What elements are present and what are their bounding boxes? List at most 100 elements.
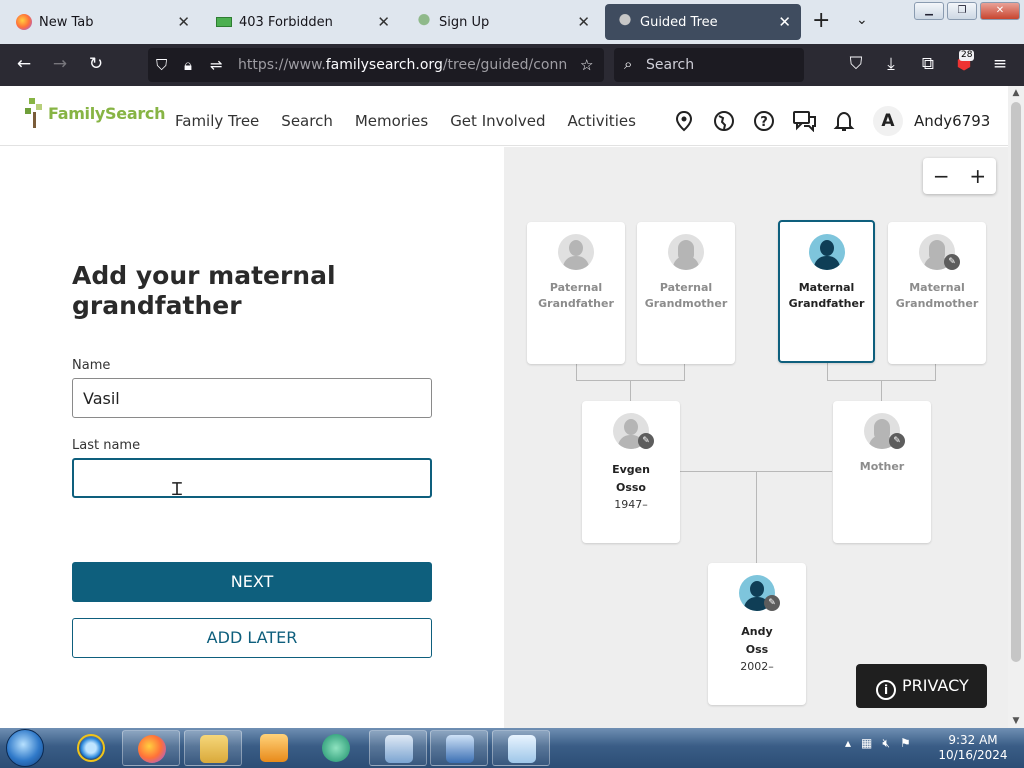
show-hidden-icons-icon[interactable]: ▴ — [845, 736, 851, 751]
text-cursor-icon: Ɪ — [172, 479, 183, 500]
hamburger-menu-icon[interactable]: ≡ — [989, 54, 1011, 74]
notification-bell-icon[interactable] — [833, 110, 855, 132]
taskbar-internet-explorer[interactable] — [62, 730, 120, 766]
username[interactable]: Andy6793 — [914, 112, 990, 130]
notepad-icon — [508, 735, 536, 763]
action-center-flag-icon[interactable]: ⚑ — [900, 736, 911, 751]
last-name-field[interactable] — [72, 458, 432, 498]
add-later-button[interactable]: ADD LATER — [72, 618, 432, 658]
tab-label: Guided Tree — [640, 14, 718, 30]
taskbar-firefox[interactable] — [122, 730, 180, 766]
volume-muted-icon[interactable]: 🔇︎ — [882, 736, 890, 751]
window-controls: ▁ ❐ ✕ — [914, 2, 1020, 20]
person-dates: 1947– — [614, 498, 648, 511]
permissions-icon[interactable]: ⇌ — [210, 56, 223, 74]
url-bar[interactable]: ⛉ 🔒︎ ⇌ https://www.familysearch.org/tree… — [148, 48, 604, 82]
network-tray-icon[interactable]: ▦ — [861, 736, 872, 751]
tab-new-tab[interactable]: New Tab ✕ — [4, 4, 200, 40]
name-field[interactable]: Vasil — [72, 378, 432, 418]
person-card-father[interactable]: ✎ Evgen Osso 1947– — [582, 401, 680, 543]
taskbar-notepad[interactable] — [492, 730, 550, 766]
url-host: familysearch.org — [325, 57, 443, 73]
page-scrollbar[interactable]: ▲ ▼ — [1008, 86, 1024, 728]
chat-bubble-icon — [322, 734, 350, 762]
familysearch-logo[interactable]: FamilySearch — [24, 96, 166, 130]
next-button[interactable]: NEXT — [72, 562, 432, 602]
person-surname: Oss — [745, 643, 769, 656]
taskbar-control-panel[interactable] — [369, 730, 427, 766]
extension-count-badge: 28 — [959, 50, 975, 61]
zoom-out-button[interactable]: − — [923, 158, 960, 194]
menu-memories[interactable]: Memories — [355, 112, 428, 130]
person-card-maternal-grandfather[interactable]: Maternal Grandfather — [778, 220, 875, 363]
taskbar-app[interactable] — [307, 730, 365, 766]
pocket-icon[interactable]: ⛉ — [845, 54, 867, 74]
lock-icon[interactable]: 🔒︎ — [184, 56, 192, 74]
messages-icon[interactable] — [793, 110, 816, 133]
new-tab-button[interactable]: + — [812, 10, 830, 32]
forward-arrow-icon[interactable]: → — [49, 54, 71, 74]
media-player-icon — [260, 734, 288, 762]
edit-pencil-icon[interactable]: ✎ — [944, 254, 960, 270]
menu-activities[interactable]: Activities — [567, 112, 635, 130]
minimize-button[interactable]: ▁ — [914, 2, 944, 20]
person-given-name: Evgen — [612, 463, 650, 476]
connector-line — [881, 380, 882, 401]
shield-icon[interactable]: ⛉ — [156, 56, 167, 74]
site-header: FamilySearch Family Tree Search Memories… — [0, 86, 1008, 146]
zoom-in-button[interactable]: + — [960, 158, 997, 194]
globe-icon[interactable] — [713, 110, 735, 132]
scrollbar-thumb[interactable] — [1011, 102, 1021, 662]
list-all-tabs-chevron-icon[interactable]: ⌄ — [856, 12, 868, 28]
edit-pencil-icon[interactable]: ✎ — [638, 433, 654, 449]
menu-search[interactable]: Search — [281, 112, 333, 130]
person-surname: Osso — [615, 481, 646, 494]
taskbar-media-player[interactable] — [245, 730, 303, 766]
extensions-icon[interactable]: ⧉ — [917, 54, 939, 74]
add-person-form: Add your maternal grandfather Name Vasil… — [0, 147, 504, 728]
scroll-down-arrow-icon[interactable]: ▼ — [1008, 716, 1024, 726]
tab-guided-tree[interactable]: Guided Tree ✕ — [605, 4, 801, 40]
firefox-icon — [16, 14, 32, 30]
location-pin-icon[interactable] — [673, 110, 695, 132]
close-window-button[interactable]: ✕ — [980, 2, 1020, 20]
taskbar-file-explorer[interactable] — [184, 730, 242, 766]
help-question-icon[interactable]: ? — [753, 110, 775, 132]
clock-time: 9:32 AM — [948, 733, 998, 747]
scroll-up-arrow-icon[interactable]: ▲ — [1008, 88, 1024, 98]
privacy-button[interactable]: i PRIVACY — [856, 664, 987, 708]
close-tab-icon[interactable]: ✕ — [778, 13, 791, 31]
system-clock[interactable]: 9:32 AM 10/16/2024 — [935, 733, 1011, 763]
person-name: Maternal Grandmother — [895, 281, 979, 310]
close-tab-icon[interactable]: ✕ — [577, 13, 590, 31]
search-bar[interactable]: ⌕ Search — [614, 48, 804, 82]
user-avatar[interactable]: A — [873, 106, 903, 136]
person-card-paternal-grandfather[interactable]: Paternal Grandfather — [527, 222, 625, 364]
person-card-paternal-grandmother[interactable]: Paternal Grandmother — [637, 222, 735, 364]
url-text[interactable]: https://www.familysearch.org/tree/guided… — [238, 57, 568, 73]
close-tab-icon[interactable]: ✕ — [377, 13, 390, 31]
person-card-self[interactable]: ✎ Andy Oss 2002– — [708, 563, 806, 705]
reload-icon[interactable]: ↻ — [85, 54, 107, 74]
maximize-button[interactable]: ❐ — [947, 2, 977, 20]
start-button[interactable] — [6, 729, 44, 767]
menu-family-tree[interactable]: Family Tree — [175, 112, 259, 130]
menu-get-involved[interactable]: Get Involved — [450, 112, 545, 130]
person-card-mother[interactable]: ✎ Mother — [833, 401, 931, 543]
tab-sign-up[interactable]: Sign Up ✕ — [404, 4, 600, 40]
person-name: Mother — [859, 460, 905, 473]
back-arrow-icon[interactable]: ← — [13, 54, 35, 74]
female-avatar-icon — [668, 234, 704, 270]
edit-pencil-icon[interactable]: ✎ — [764, 595, 780, 611]
tab-403-forbidden[interactable]: 403 Forbidden ✕ — [204, 4, 400, 40]
person-name: Andy Oss — [708, 623, 806, 659]
taskbar-network[interactable] — [430, 730, 488, 766]
connector-line — [684, 363, 685, 381]
edit-pencil-icon[interactable]: ✎ — [889, 433, 905, 449]
person-card-maternal-grandmother[interactable]: ✎ Maternal Grandmother — [888, 222, 986, 364]
download-icon[interactable]: ⤓ — [880, 54, 902, 74]
tab-label: New Tab — [39, 14, 94, 30]
bookmark-star-icon[interactable]: ☆ — [580, 56, 593, 74]
person-given-name: Andy — [741, 625, 773, 638]
close-tab-icon[interactable]: ✕ — [177, 13, 190, 31]
